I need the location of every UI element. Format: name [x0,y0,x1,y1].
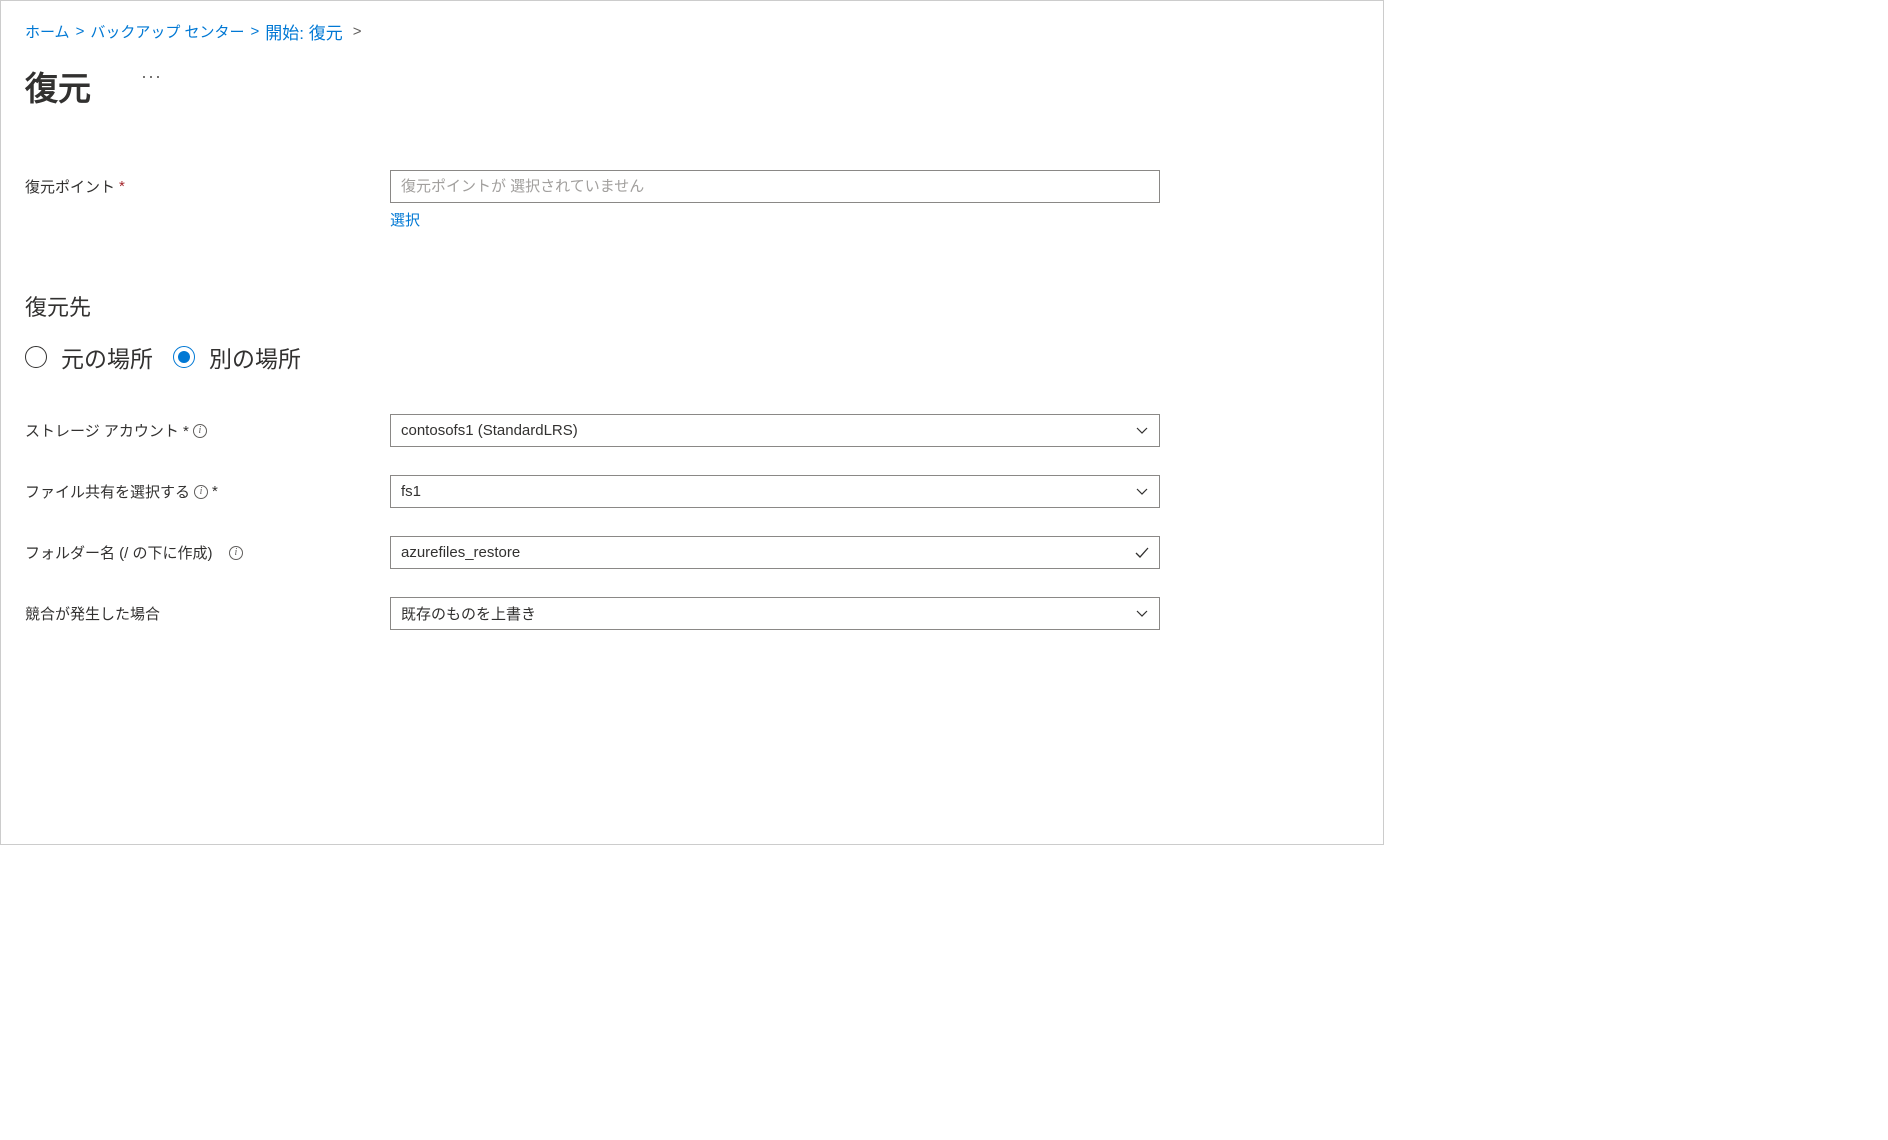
checkmark-icon [1135,546,1149,560]
file-share-dropdown[interactable]: fs1 [390,475,1160,508]
folder-name-value: azurefiles_restore [401,544,520,561]
conflict-dropdown[interactable]: 既存のものを上書き [390,597,1160,630]
folder-name-input[interactable]: azurefiles_restore [390,536,1160,569]
chevron-down-icon [1135,424,1149,438]
radio-original-location[interactable]: 元の場所 [25,340,153,374]
info-icon[interactable]: i [194,485,208,499]
radio-label-original: 元の場所 [61,340,153,374]
breadcrumb-separator: > [251,23,260,40]
more-icon[interactable]: ··· [141,66,162,87]
restore-point-input[interactable] [390,170,1160,203]
destination-heading: 復元先 [25,290,1359,322]
breadcrumb-separator: > [76,23,85,40]
chevron-right-icon: > [353,23,362,40]
storage-account-value: contosofs1 (StandardLRS) [401,422,578,439]
restore-point-label: 復元ポイント * [25,170,390,197]
required-indicator: * [212,483,218,500]
chevron-down-icon [1135,607,1149,621]
breadcrumb-backup-center[interactable]: バックアップ センター [90,21,244,42]
conflict-value: 既存のものを上書き [401,603,536,624]
file-share-value: fs1 [401,483,421,500]
info-icon[interactable]: i [229,546,243,560]
breadcrumb-current: 開始: 復元 [265,19,342,44]
radio-label-alternate: 別の場所 [209,340,301,374]
folder-name-label: フォルダー名 (/ の下に作成) i [25,536,390,563]
conflict-label: 競合が発生した場合 [25,597,390,624]
info-icon[interactable]: i [193,424,207,438]
breadcrumb-home[interactable]: ホーム [25,21,70,42]
required-indicator: * [119,178,125,195]
location-radio-group: 元の場所 別の場所 [25,340,1359,374]
radio-circle-selected-icon [173,346,195,368]
chevron-down-icon [1135,485,1149,499]
radio-alternate-location[interactable]: 別の場所 [173,340,301,374]
select-link[interactable]: 選択 [390,209,420,230]
breadcrumb: ホーム > バックアップ センター > 開始: 復元 > [25,19,1359,44]
storage-account-dropdown[interactable]: contosofs1 (StandardLRS) [390,414,1160,447]
radio-circle-icon [25,346,47,368]
page-title: 復元 [25,62,91,110]
file-share-label: ファイル共有を選択する i * [25,475,390,502]
storage-account-label: ストレージ アカウント * i [25,414,390,441]
